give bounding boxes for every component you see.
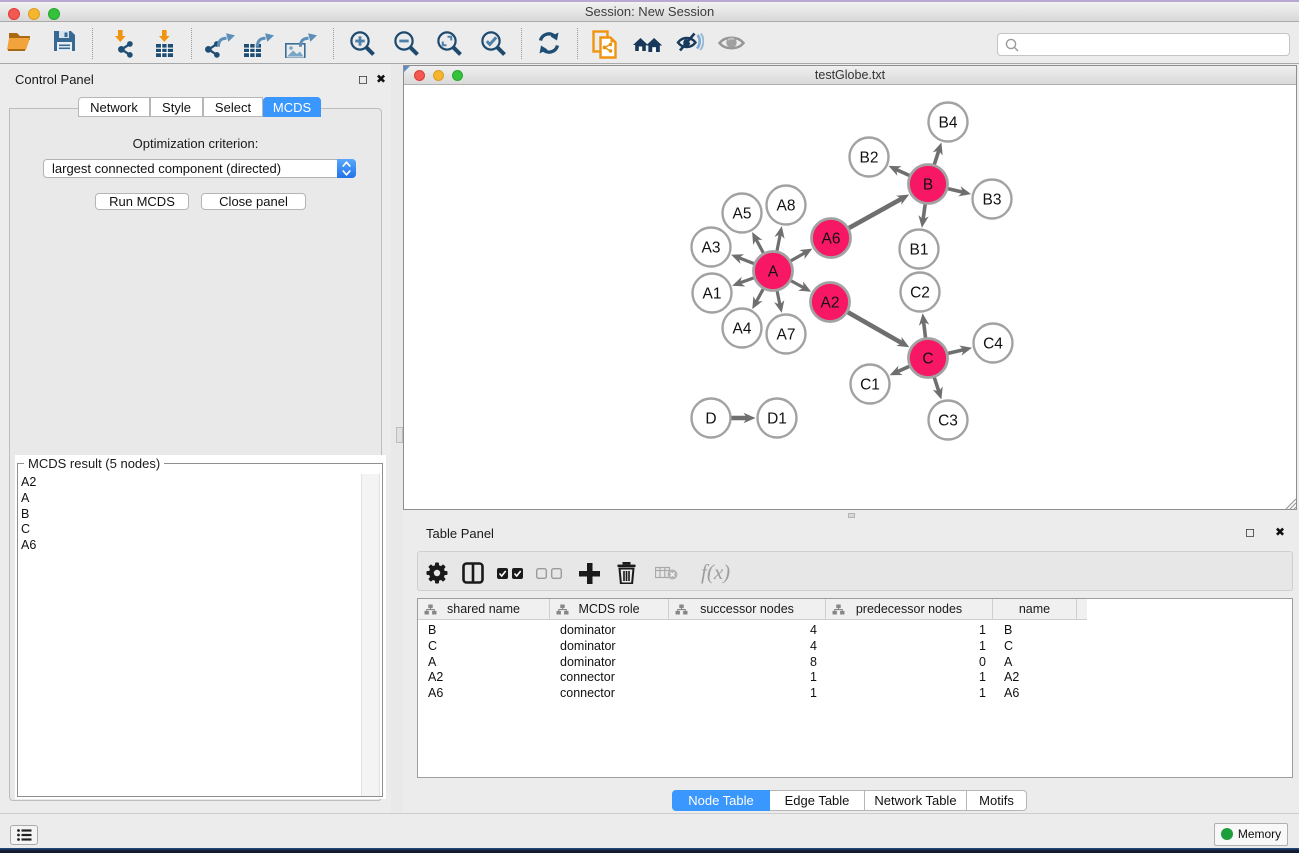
svg-text:A8: A8	[777, 198, 796, 215]
svg-text:B4: B4	[939, 115, 958, 132]
svg-text:B2: B2	[860, 150, 879, 167]
svg-text:A1: A1	[703, 286, 722, 303]
svg-text:D: D	[705, 411, 716, 428]
svg-text:C: C	[922, 351, 933, 368]
svg-text:B: B	[923, 177, 933, 194]
svg-text:A7: A7	[777, 327, 796, 344]
svg-text:C4: C4	[983, 336, 1003, 353]
svg-text:A4: A4	[733, 321, 752, 338]
svg-text:A5: A5	[733, 206, 752, 223]
svg-text:A3: A3	[702, 240, 721, 257]
svg-text:A6: A6	[822, 231, 841, 248]
svg-text:D1: D1	[767, 411, 787, 428]
svg-text:A: A	[768, 264, 779, 281]
svg-text:B1: B1	[910, 242, 929, 259]
svg-text:C3: C3	[938, 413, 958, 430]
svg-text:A2: A2	[821, 295, 840, 312]
svg-text:C1: C1	[860, 377, 880, 394]
svg-text:C2: C2	[910, 285, 930, 302]
svg-text:B3: B3	[983, 192, 1002, 209]
